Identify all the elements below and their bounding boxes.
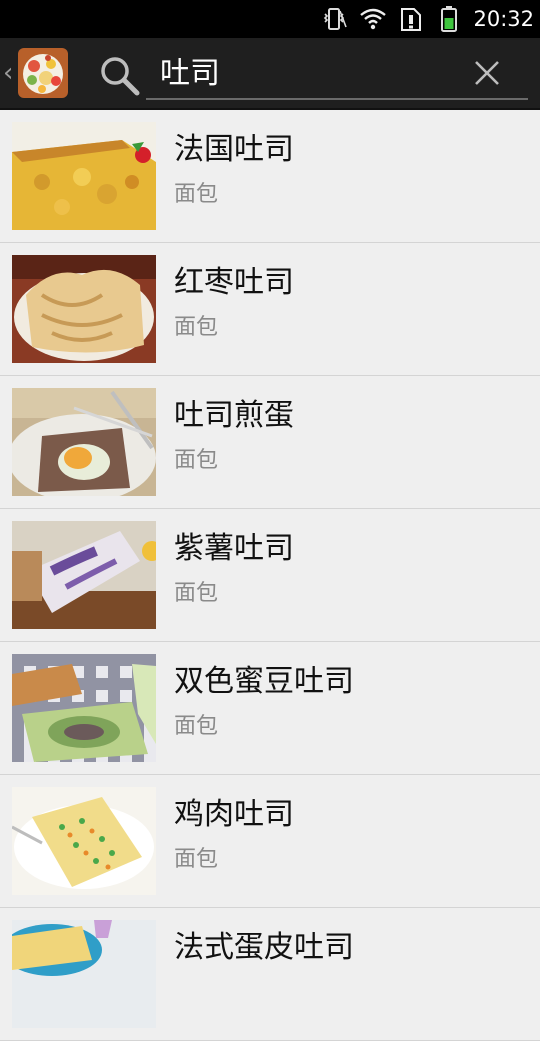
list-item[interactable]: 双色蜜豆吐司 面包: [0, 642, 540, 775]
list-item[interactable]: 紫薯吐司 面包: [0, 509, 540, 642]
back-button[interactable]: ‹: [3, 60, 13, 86]
item-title: 法式蛋皮吐司: [174, 930, 354, 965]
item-title: 吐司煎蛋: [174, 398, 294, 433]
chicken-toast-thumbnail: [12, 787, 156, 895]
close-icon[interactable]: [472, 58, 502, 88]
chevron-left-icon: ‹: [3, 58, 14, 88]
app-logo-icon[interactable]: [18, 48, 68, 98]
item-category: 面包: [174, 581, 219, 606]
purple-potato-toast-thumbnail: [12, 521, 156, 629]
item-title: 红枣吐司: [174, 265, 294, 300]
item-title: 紫薯吐司: [174, 531, 294, 566]
toast-egg-thumbnail: [12, 388, 156, 496]
search-query-text: 吐司: [160, 56, 220, 91]
search-action-bar: ‹ 吐司: [0, 38, 540, 110]
list-item[interactable]: 鸡肉吐司 面包: [0, 775, 540, 908]
sim-alert-icon: [397, 5, 425, 33]
clock: 20:32: [473, 7, 534, 31]
wifi-icon: [359, 5, 387, 33]
list-item[interactable]: 法国吐司 面包: [0, 110, 540, 243]
list-item[interactable]: 吐司煎蛋 面包: [0, 376, 540, 509]
search-icon: [98, 54, 142, 98]
list-item[interactable]: 法式蛋皮吐司: [0, 908, 540, 1041]
item-title: 法国吐司: [174, 132, 294, 167]
item-title: 鸡肉吐司: [174, 797, 294, 832]
item-category: 面包: [174, 448, 219, 473]
french-toast-thumbnail: [12, 122, 156, 230]
search-results-list: 法国吐司 面包 红枣吐司 面包 吐司煎蛋 面包 紫薯吐司 面包 双色蜜豆吐司 面…: [0, 110, 540, 1041]
two-color-bean-toast-thumbnail: [12, 654, 156, 762]
item-category: 面包: [174, 714, 219, 739]
battery-icon: [435, 5, 463, 33]
list-item[interactable]: 红枣吐司 面包: [0, 243, 540, 376]
item-title: 双色蜜豆吐司: [174, 664, 354, 699]
status-bar: 20:32: [0, 0, 540, 38]
item-category: 面包: [174, 182, 219, 207]
item-category: 面包: [174, 847, 219, 872]
red-date-toast-thumbnail: [12, 255, 156, 363]
egg-crepe-toast-thumbnail: [12, 920, 156, 1028]
search-input[interactable]: 吐司: [146, 48, 528, 100]
item-category: 面包: [174, 315, 219, 340]
vibrate-icon: [321, 5, 349, 33]
